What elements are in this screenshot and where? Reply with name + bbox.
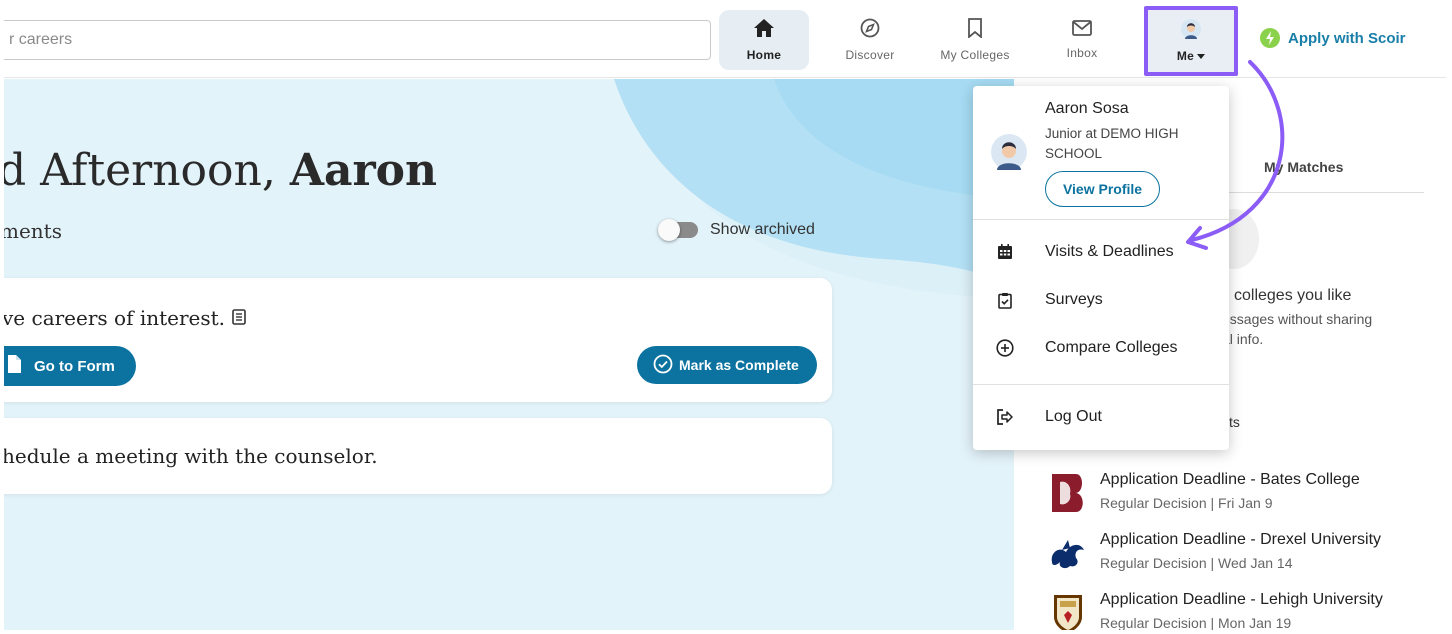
clipboard-check-icon xyxy=(973,292,1045,309)
home-icon xyxy=(753,18,775,43)
greeting-name: Aaron xyxy=(289,145,437,196)
menu-item-visits-deadlines[interactable]: Visits & Deadlines xyxy=(973,230,1229,274)
deadline-detail: Regular Decision | Fri Jan 9 xyxy=(1100,495,1273,511)
go-to-form-button[interactable]: Go to Form xyxy=(4,346,136,386)
nav-me-label: Me xyxy=(1176,49,1206,63)
deadline-title: Application Deadline - Lehigh University xyxy=(1100,591,1383,608)
apply-label: Apply with Scoir xyxy=(1288,29,1406,47)
menu-item-label: Log Out xyxy=(1045,408,1102,425)
deadline-item[interactable]: Application Deadline - Lehigh University… xyxy=(1048,591,1383,630)
task-card: hedule a meeting with the counselor. xyxy=(4,418,832,494)
matches-text: colleges you like xyxy=(1234,287,1352,304)
tab-my-matches[interactable]: My Matches xyxy=(1264,159,1343,175)
search-input[interactable] xyxy=(4,21,710,59)
toggle-switch[interactable] xyxy=(658,219,698,241)
envelope-icon xyxy=(1072,20,1092,41)
main-content: d Afternoon, Aaron ments Show archived v… xyxy=(4,79,1014,630)
mark-complete-label: Mark as Complete xyxy=(679,357,799,373)
deadline-item[interactable]: Application Deadline - Drexel University… xyxy=(1048,531,1381,575)
menu-divider xyxy=(973,384,1229,385)
top-navigation-bar: Home Discover My Colleges Inbox Me Apply… xyxy=(4,4,1446,78)
task-text: ve careers of interest. xyxy=(4,306,226,330)
plus-circle-icon xyxy=(973,339,1045,357)
apply-with-scoir-button[interactable]: Apply with Scoir xyxy=(1260,28,1406,48)
deadline-detail: Regular Decision | Wed Jan 14 xyxy=(1100,555,1293,571)
bates-logo-icon xyxy=(1048,471,1088,515)
search-box[interactable] xyxy=(4,20,711,60)
matches-subtext: essages without sharing xyxy=(1222,311,1373,327)
section-heading: ts xyxy=(1229,414,1240,430)
nav-discover-label: Discover xyxy=(845,48,895,62)
menu-divider xyxy=(973,219,1229,220)
assignments-title: ments xyxy=(4,219,62,243)
menu-item-log-out[interactable]: Log Out xyxy=(973,395,1229,439)
nav-me[interactable]: Me xyxy=(1144,6,1238,76)
lightning-icon xyxy=(1260,28,1280,48)
menu-item-label: Compare Colleges xyxy=(1045,339,1178,356)
deadline-title: Application Deadline - Bates College xyxy=(1100,471,1360,488)
compass-icon xyxy=(860,18,880,43)
avatar-icon xyxy=(1181,19,1201,44)
profile-name: Aaron Sosa xyxy=(1045,100,1129,117)
file-icon xyxy=(6,354,22,378)
deadline-item[interactable]: Application Deadline - Bates College Reg… xyxy=(1048,471,1360,515)
check-circle-icon xyxy=(653,354,673,377)
menu-item-label: Visits & Deadlines xyxy=(1045,243,1174,260)
menu-item-label: Surveys xyxy=(1045,291,1103,308)
deadline-title: Application Deadline - Drexel University xyxy=(1100,531,1382,548)
bookmark-icon xyxy=(967,18,983,43)
app-frame: d Afternoon, Aaron ments Show archived v… xyxy=(4,4,1446,630)
show-archived-label: Show archived xyxy=(710,221,815,238)
nav-my-colleges[interactable]: My Colleges xyxy=(930,10,1020,70)
avatar xyxy=(991,134,1027,175)
deadline-detail: Regular Decision | Mon Jan 19 xyxy=(1100,615,1292,630)
mark-complete-button[interactable]: Mark as Complete xyxy=(637,346,817,384)
caret-down-icon xyxy=(1197,53,1206,59)
go-to-form-label: Go to Form xyxy=(34,357,115,375)
greeting-heading: d Afternoon, Aaron xyxy=(4,145,437,196)
task-card: ve careers of interest. Go to Form Mark … xyxy=(4,278,832,402)
greeting-prefix: d Afternoon, xyxy=(4,145,290,196)
logout-icon xyxy=(973,409,1045,425)
calendar-icon xyxy=(973,244,1045,260)
nav-home[interactable]: Home xyxy=(719,10,809,70)
nav-my-colleges-label: My Colleges xyxy=(940,48,1010,62)
tab-divider xyxy=(1209,192,1424,193)
nav-inbox-label: Inbox xyxy=(1066,46,1098,60)
lehigh-logo-icon xyxy=(1048,591,1088,630)
show-archived-toggle[interactable]: Show archived xyxy=(658,219,815,241)
profile-subtitle: Junior at DEMO HIGH SCHOOL xyxy=(1045,126,1179,161)
menu-item-compare-colleges[interactable]: Compare Colleges xyxy=(973,326,1229,370)
view-profile-button[interactable]: View Profile xyxy=(1045,171,1160,207)
menu-item-surveys[interactable]: Surveys xyxy=(973,278,1229,322)
drexel-logo-icon xyxy=(1048,531,1088,575)
profile-dropdown-menu: Aaron Sosa Junior at DEMO HIGH SCHOOL Vi… xyxy=(973,86,1229,450)
task-text: hedule a meeting with the counselor. xyxy=(4,444,378,468)
document-list-icon xyxy=(232,309,246,330)
nav-inbox[interactable]: Inbox xyxy=(1042,10,1122,70)
nav-me-text: Me xyxy=(1176,49,1195,63)
nav-discover[interactable]: Discover xyxy=(830,10,910,70)
nav-home-label: Home xyxy=(746,48,782,62)
